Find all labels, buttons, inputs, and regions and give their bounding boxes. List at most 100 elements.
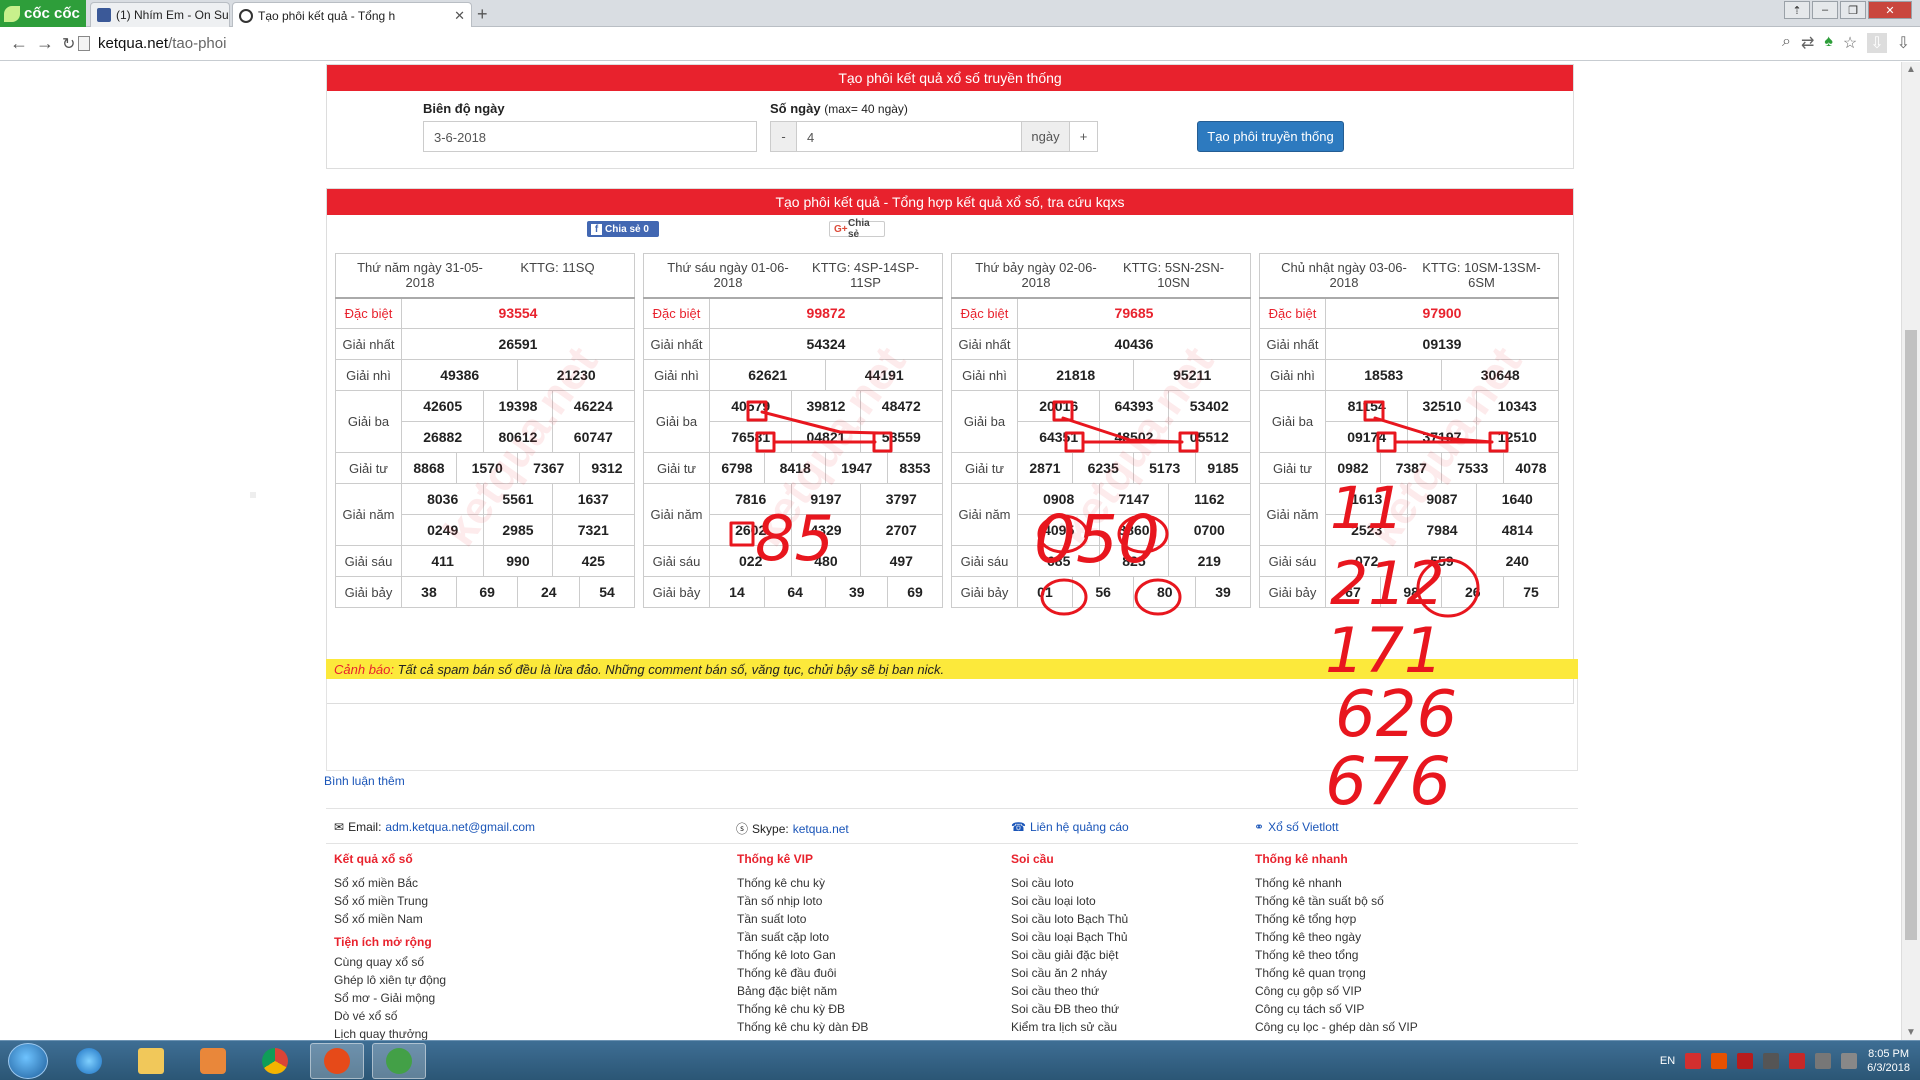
prize-number: 54 [579,576,635,608]
prize-label: Đặc biệt [643,297,710,329]
coccoc-logo[interactable]: cốc cốc [0,0,86,27]
prize-number: 05512 [1167,421,1252,453]
menu-icon[interactable]: ⇩ [1897,33,1910,53]
close-tab-icon[interactable]: ✕ [454,8,465,24]
translate-icon[interactable]: ⇄ [1801,33,1814,53]
taskbar-app[interactable] [310,1043,364,1079]
footer-link[interactable]: Ghép lô xiên tự động [334,971,446,989]
create-template-button[interactable]: Tạo phôi truyền thống [1197,121,1344,152]
maximize-icon[interactable]: ❐ [1840,1,1866,19]
minimize-icon[interactable]: – [1812,1,1838,19]
taskbar-ie[interactable] [62,1043,116,1079]
footer-link[interactable]: Công cụ tách số VIP [1255,1000,1418,1018]
date-input[interactable]: 3-6-2018 [423,121,757,152]
tray-v-icon[interactable] [1685,1053,1702,1069]
footer-link[interactable]: Thống kê quan trọng [1255,964,1418,982]
footer-link[interactable]: Soi cầu theo thứ [1011,982,1128,1000]
footer-link[interactable]: Tần suất cặp loto [737,928,868,946]
footer-link[interactable]: Soi cầu ĐB theo thứ [1011,1000,1128,1018]
days-input[interactable]: 4 [796,121,1022,152]
footer-link[interactable]: Thống kê nhanh [1255,874,1418,892]
footer-link[interactable]: Thống kê đầu đuôi [737,964,868,982]
zoom-search-icon[interactable]: ⌕ [1782,33,1791,53]
footer-link[interactable]: Soi cầu loại loto [1011,892,1128,910]
footer-link[interactable]: Thống kê theo ngày [1255,928,1418,946]
upload-icon[interactable]: ⇡ [1784,1,1810,19]
speaker-icon[interactable] [1841,1053,1858,1069]
taskbar-coccoc[interactable] [372,1043,426,1079]
footer-link[interactable]: Thống kê tần suất bộ số [1255,892,1418,910]
forward-icon[interactable]: → [36,33,54,54]
back-icon[interactable]: ← [10,33,28,54]
decrement-button[interactable]: - [770,121,797,152]
scroll-up-icon[interactable]: ▲ [1906,64,1916,75]
skype-link[interactable]: ketqua.net [793,822,849,836]
vietlott-contact[interactable]: ⚭ Xổ số Vietlott [1254,820,1339,834]
footer-link[interactable]: Thống kê chu kỳ ĐB [737,1000,868,1018]
footer-link[interactable]: Kiểm tra lịch sử cầu [1011,1018,1128,1036]
start-button[interactable] [8,1043,48,1079]
network-icon[interactable] [1815,1053,1832,1069]
footer-link[interactable]: Lịch quay thưởng [334,1025,446,1040]
prize-number: 39 [1195,576,1251,608]
ads-contact[interactable]: ☎ Liên hệ quảng cáo [1011,820,1129,834]
prize-row-g6: Giải sáu 072 559 240 [1259,545,1560,577]
footer-link[interactable]: Thống kê tổng hợp [1255,910,1418,928]
tray-flag-icon[interactable] [1789,1053,1806,1069]
download-icon[interactable]: ⇩ [1867,33,1887,53]
prize-row-g1: Giải nhất 26591 [335,328,635,360]
prize-row-g3: Giải ba 40579 39812 48472 [643,390,944,453]
email-link[interactable]: adm.ketqua.net@gmail.com [385,820,535,834]
google-plus-share-button[interactable]: G+ Chia sẻ [829,218,885,240]
footer-link[interactable]: Dò vé xổ số [334,1007,446,1025]
bookmark-star-icon[interactable]: ☆ [1843,33,1857,53]
footer-link[interactable]: Soi cầu loại Bạch Thủ [1011,928,1128,946]
tray-app-icon[interactable] [1711,1053,1728,1069]
url-field[interactable]: ketqua.net/tao-phoi [98,35,226,52]
footer-link[interactable]: Soi cầu giải đặc biệt [1011,946,1128,964]
footer-link[interactable]: Sổ xố miền Bắc [334,874,446,892]
footer-link[interactable]: Thống kê loto Gan [737,946,868,964]
footer-link[interactable]: Bảng đặc biệt năm [737,982,868,1000]
footer-link[interactable]: Công cụ lọc - ghép dàn số VIP [1255,1018,1418,1036]
prize-number: 1637 [551,483,636,515]
footer-link[interactable]: Công cụ gộp số VIP [1255,982,1418,1000]
tray-video-icon[interactable] [1737,1053,1754,1069]
page-scrollbar[interactable]: ▲ ▼ [1901,62,1920,1040]
footer-link[interactable]: Cùng quay xổ số [334,953,446,971]
footer-link[interactable]: Thống kê theo tổng [1255,946,1418,964]
footer-link[interactable]: Sổ mơ - Giải mộng [334,989,446,1007]
footer-link[interactable]: Soi cầu loto Bạch Thủ [1011,910,1128,928]
footer-link[interactable]: Thống kê chu kỳ dàn ĐB [737,1018,868,1036]
footer-link[interactable]: Sổ xố miền Trung [334,892,446,910]
result-table-header: Chủ nhật ngày 03-06-2018 KTTG: 10SM-13SM-… [1259,253,1559,299]
more-comments-link[interactable]: Bình luận thêm [324,774,405,788]
footer-link[interactable]: Soi cầu loto [1011,874,1128,892]
language-indicator[interactable]: EN [1660,1055,1675,1067]
footer-link[interactable]: Tần suất loto [737,910,868,928]
prize-number: 53559 [859,421,944,453]
volume-icon[interactable] [1763,1053,1780,1069]
scroll-down-icon[interactable]: ▼ [1906,1027,1916,1038]
prize-number: 80 [1133,576,1196,608]
increment-button[interactable]: + [1069,121,1098,152]
vietlott-link[interactable]: Xổ số Vietlott [1268,820,1339,834]
taskbar-chrome[interactable] [248,1043,302,1079]
ads-link[interactable]: Liên hệ quảng cáo [1030,820,1129,834]
footer-link[interactable]: Thống kê chu kỳ [737,874,868,892]
footer-link[interactable]: Tần số nhịp loto [737,892,868,910]
tab-facebook[interactable]: (1) Nhím Em - On Sunday [90,2,230,27]
prize-row-g3: Giải ba 81154 32510 10343 [1259,390,1560,453]
taskbar-media[interactable] [186,1043,240,1079]
footer-link[interactable]: Sổ xố miền Nam [334,910,446,928]
scrollbar-thumb[interactable] [1905,330,1917,940]
clock[interactable]: 8:05 PM 6/3/2018 [1867,1047,1910,1075]
reload-icon[interactable]: ↻ [62,34,75,54]
new-tab-icon[interactable]: + [477,4,488,25]
facebook-share-button[interactable]: f Chia sẻ 0 [587,221,659,237]
tab-ketqua[interactable]: Tạo phôi kết quả - Tổng h ✕ [232,2,472,28]
coccoc-extension-icon[interactable]: ♠ [1824,33,1833,53]
close-window-icon[interactable]: ✕ [1868,1,1912,19]
taskbar-explorer[interactable] [124,1043,178,1079]
footer-link[interactable]: Soi cầu ăn 2 nháy [1011,964,1128,982]
